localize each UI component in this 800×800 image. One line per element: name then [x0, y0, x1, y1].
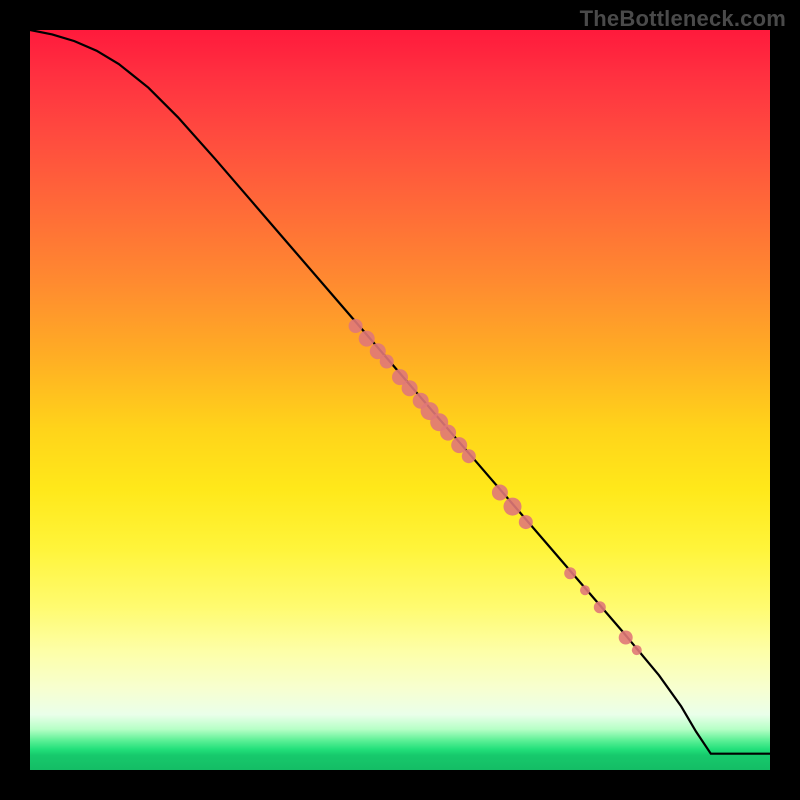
plot-background [30, 30, 770, 770]
chart-frame [30, 30, 770, 770]
watermark-text: TheBottleneck.com [580, 6, 786, 32]
